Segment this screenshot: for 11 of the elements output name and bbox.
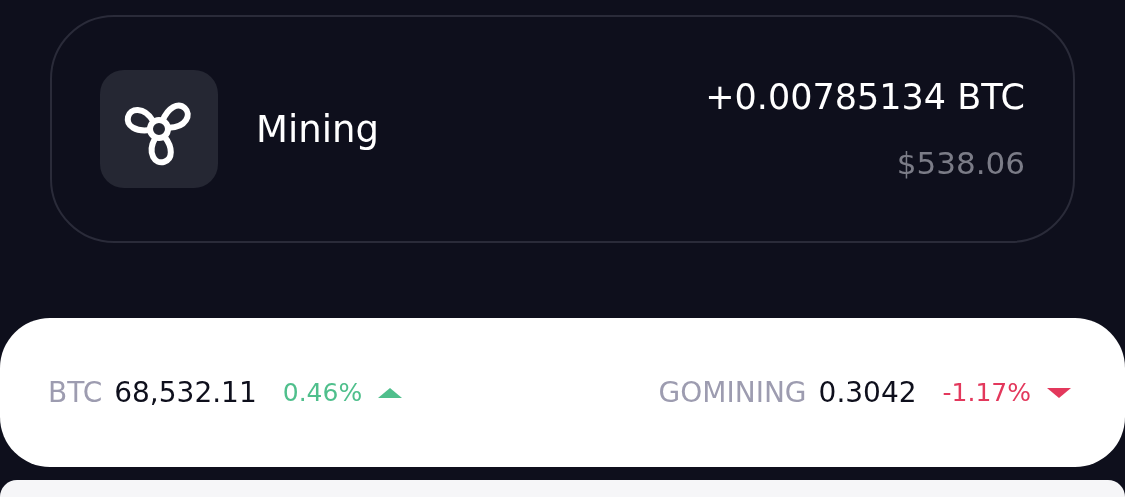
fan-icon: [100, 70, 218, 188]
ticker-price: 68,532.11: [114, 376, 257, 409]
card-title: Mining: [256, 107, 380, 151]
ticker-symbol: BTC: [48, 376, 103, 409]
ticker-symbol: GOMINING: [658, 376, 807, 409]
mining-card[interactable]: Mining +0.00785134 BTC $538.06: [50, 15, 1075, 243]
btc-amount: +0.00785134 BTC: [705, 77, 1025, 117]
price-change: 0.46%: [282, 378, 363, 407]
ticker-price: 0.3042: [818, 376, 917, 409]
price-change: -1.17%: [942, 378, 1031, 407]
fiat-amount: $538.06: [896, 145, 1025, 181]
